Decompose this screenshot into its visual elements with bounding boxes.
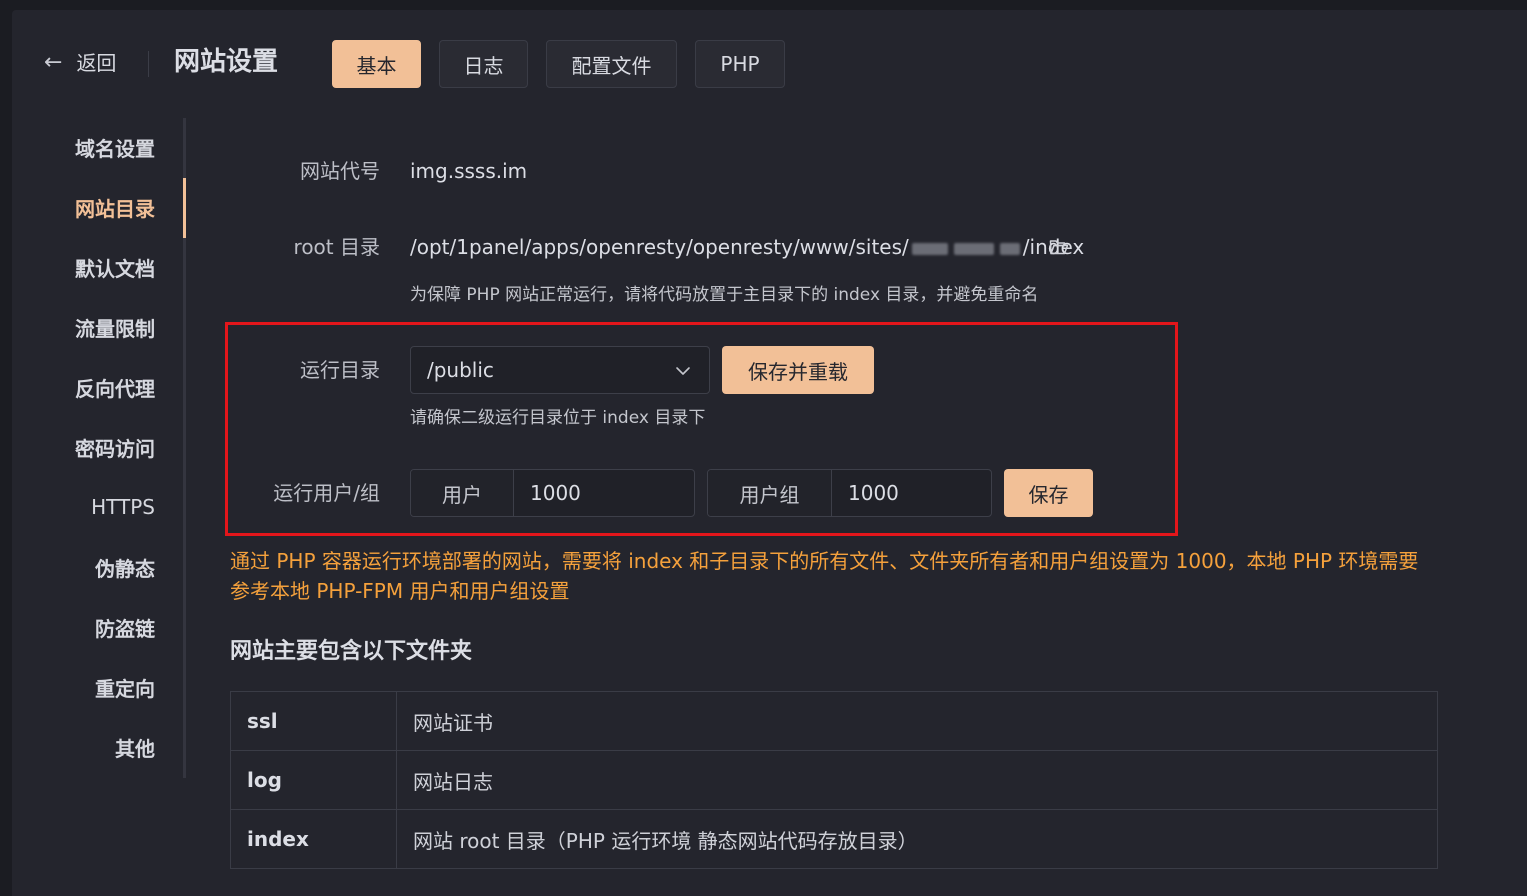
sidebar-item-other[interactable]: 其他	[115, 734, 155, 764]
group-input-group: 用户组 1000	[707, 469, 992, 517]
run-dir-hint: 请确保二级运行目录位于 index 目录下	[410, 408, 706, 428]
folder-open-icon[interactable]	[1049, 238, 1069, 256]
folder-desc: 网站证书	[396, 691, 1438, 751]
chevron-down-icon	[676, 367, 690, 375]
header-divider	[148, 51, 149, 77]
redacted-blur	[911, 242, 948, 255]
run-dir-select[interactable]: /public	[410, 346, 710, 394]
sidebar-item-site-directory[interactable]: 网站目录	[75, 194, 155, 224]
folder-name: index	[230, 809, 397, 869]
folders-table: ssl 网站证书 log 网站日志 index 网站 root 目录（PHP 运…	[230, 691, 1438, 869]
site-code-label: 网站代号	[300, 159, 380, 183]
user-input-group: 用户 1000	[410, 469, 695, 517]
sidebar-item-rewrite[interactable]: 伪静态	[95, 554, 155, 584]
sidebar-item-domain[interactable]: 域名设置	[75, 134, 155, 164]
site-code-value: img.ssss.im	[410, 159, 528, 183]
table-row: ssl 网站证书	[230, 691, 1438, 751]
tab-logs[interactable]: 日志	[439, 40, 528, 88]
group-input[interactable]: 1000	[832, 470, 991, 516]
root-dir-prefix: /opt/1panel/apps/openresty/openresty/www…	[410, 235, 909, 259]
root-dir-label: root 目录	[293, 235, 380, 259]
sidebar-item-redirect[interactable]: 重定向	[95, 674, 155, 704]
folder-desc: 网站 root 目录（PHP 运行环境 静态网站代码存放目录）	[396, 809, 1438, 869]
root-dir-value: /opt/1panel/apps/openresty/openresty/www…	[410, 232, 1084, 262]
sidebar-item-default-doc[interactable]: 默认文档	[75, 254, 155, 284]
save-and-reload-button[interactable]: 保存并重载	[722, 346, 874, 394]
tab-php[interactable]: PHP	[695, 40, 785, 88]
root-dir-hint: 为保障 PHP 网站正常运行，请将代码放置于主目录下的 index 目录，并避免…	[410, 285, 1039, 305]
sidebar-active-indicator	[183, 178, 186, 238]
group-prefix: 用户组	[708, 470, 832, 516]
back-label: 返回	[76, 51, 117, 75]
table-row: log 网站日志	[230, 750, 1438, 810]
sidebar-item-reverse-proxy[interactable]: 反向代理	[75, 374, 155, 404]
table-row: index 网站 root 目录（PHP 运行环境 静态网站代码存放目录）	[230, 809, 1438, 869]
back-button[interactable]: ← 返回	[44, 48, 116, 78]
run-dir-label: 运行目录	[300, 358, 380, 382]
run-dir-selected-value: /public	[427, 358, 494, 382]
tab-config-file[interactable]: 配置文件	[546, 40, 677, 88]
user-input[interactable]: 1000	[514, 470, 694, 516]
sidebar-item-hotlink[interactable]: 防盗链	[95, 614, 155, 644]
sidebar-item-password-access[interactable]: 密码访问	[75, 434, 155, 464]
redacted-blur	[999, 242, 1020, 255]
user-prefix: 用户	[411, 470, 514, 516]
folder-desc: 网站日志	[396, 750, 1438, 810]
save-button[interactable]: 保存	[1004, 469, 1093, 517]
arrow-left-icon: ←	[44, 50, 63, 75]
folder-name: ssl	[230, 691, 397, 751]
tab-basic[interactable]: 基本	[332, 40, 421, 88]
redacted-blur	[953, 242, 994, 255]
run-user-group-label: 运行用户/组	[273, 481, 380, 505]
folder-name: log	[230, 750, 397, 810]
page-title: 网站设置	[174, 47, 279, 77]
sidebar-item-https[interactable]: HTTPS	[91, 492, 155, 522]
sidebar-item-traffic-limit[interactable]: 流量限制	[75, 314, 155, 344]
permission-warning: 通过 PHP 容器运行环境部署的网站，需要将 index 和子目录下的所有文件、…	[230, 549, 1419, 603]
folders-section-title: 网站主要包含以下文件夹	[230, 639, 473, 664]
